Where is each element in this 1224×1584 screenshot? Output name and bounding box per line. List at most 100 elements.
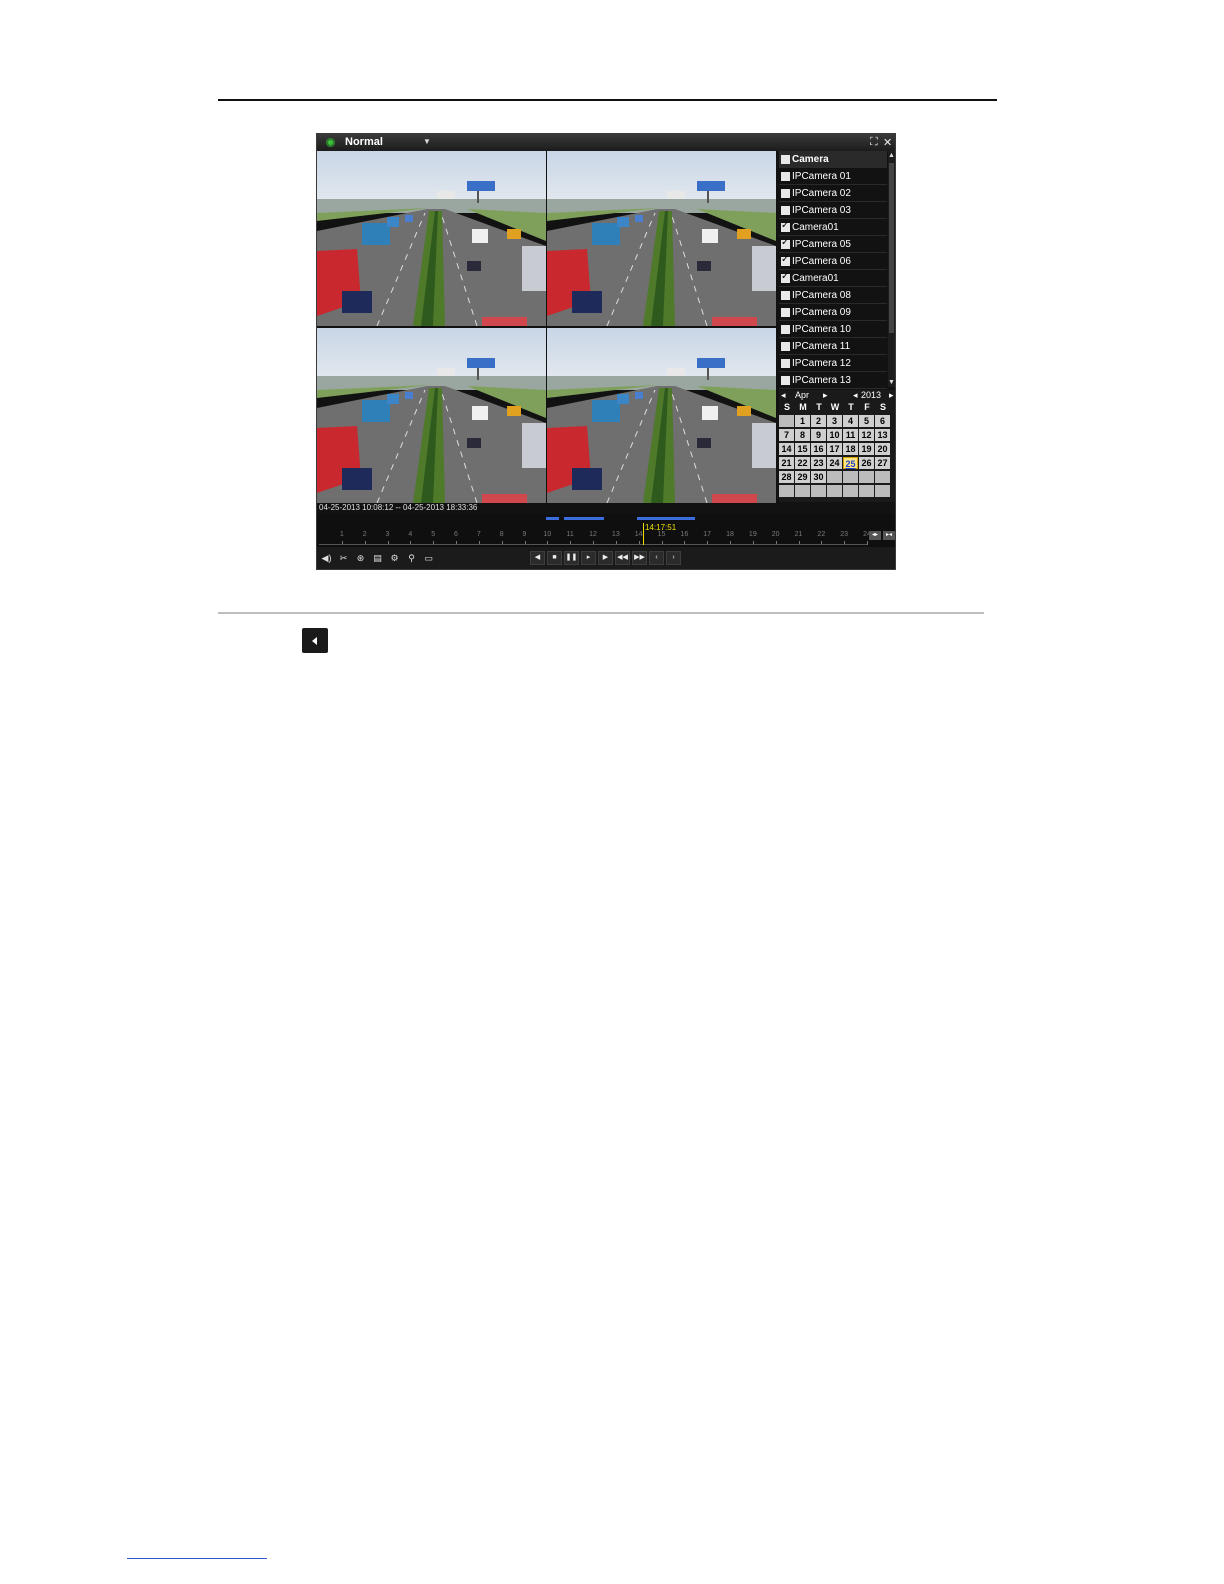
camera-checkbox[interactable]: [781, 271, 790, 283]
calendar-day[interactable]: 26: [859, 457, 874, 469]
calendar-day[interactable]: 9: [811, 429, 826, 441]
video-tile[interactable]: [547, 328, 776, 503]
camera-checkbox[interactable]: [781, 341, 790, 351]
calendar-empty-cell: [859, 471, 874, 483]
prev-month-icon[interactable]: ◂: [781, 390, 786, 401]
calendar-day[interactable]: 3: [827, 415, 842, 427]
calendar-day[interactable]: 28: [779, 471, 794, 483]
rewind-30s-icon[interactable]: ◀◀: [615, 551, 630, 565]
camera-list-item[interactable]: IPCamera 08: [779, 287, 887, 304]
camera-checkbox[interactable]: [781, 290, 790, 300]
tag-manage-icon[interactable]: ⚙: [388, 552, 401, 564]
camera-list-item[interactable]: IPCamera 12: [779, 355, 887, 372]
calendar-day[interactable]: 18: [843, 443, 858, 455]
calendar-day[interactable]: 27: [875, 457, 890, 469]
video-tile[interactable]: [317, 328, 546, 503]
scroll-thumb[interactable]: [889, 163, 894, 333]
calendar-day[interactable]: 2: [811, 415, 826, 427]
zoom-in-icon[interactable]: ▸◂: [883, 531, 895, 540]
calendar-day[interactable]: 6: [875, 415, 890, 427]
camera-list-scrollbar[interactable]: ▲ ▼: [888, 151, 895, 387]
calendar-day[interactable]: 19: [859, 443, 874, 455]
calendar-day[interactable]: 30: [811, 471, 826, 483]
camera-list-item[interactable]: Camera01: [779, 270, 887, 287]
camera-list-item[interactable]: Camera01: [779, 219, 887, 236]
next-year-icon[interactable]: ▸: [889, 390, 894, 401]
calendar-day[interactable]: 24: [827, 457, 842, 469]
next-month-icon[interactable]: ▸: [823, 390, 828, 401]
calendar-day[interactable]: 16: [811, 443, 826, 455]
record-segment[interactable]: [637, 517, 695, 520]
camera-checkbox[interactable]: [781, 188, 790, 198]
camera-list-item[interactable]: IPCamera 01: [779, 168, 887, 185]
calendar-day[interactable]: 23: [811, 457, 826, 469]
camera-checkbox[interactable]: [781, 307, 790, 317]
calendar-day[interactable]: 21: [779, 457, 794, 469]
calendar-day[interactable]: 29: [795, 471, 810, 483]
camera-list-item[interactable]: IPCamera 05: [779, 236, 887, 253]
chevron-down-icon[interactable]: ▼: [423, 137, 431, 146]
slow-forward-icon[interactable]: ▸: [581, 551, 596, 565]
calendar-day[interactable]: 4: [843, 415, 858, 427]
forward-30s-icon[interactable]: ▶▶: [632, 551, 647, 565]
scroll-up-icon[interactable]: ▲: [888, 151, 895, 160]
fast-forward-icon[interactable]: ▶: [598, 551, 613, 565]
camera-checkbox[interactable]: [781, 220, 790, 232]
fullscreen-icon[interactable]: ⛶: [870, 136, 878, 149]
calendar-day[interactable]: 13: [875, 429, 890, 441]
playback-mode-select[interactable]: Normal: [345, 136, 383, 148]
record-segment[interactable]: [546, 517, 559, 520]
camera-label: IPCamera 06: [792, 255, 851, 267]
calendar-day[interactable]: 5: [859, 415, 874, 427]
calendar-day[interactable]: 25: [843, 457, 858, 469]
camera-list-item[interactable]: IPCamera 13: [779, 372, 887, 389]
camera-checkbox[interactable]: [781, 358, 790, 368]
calendar-day[interactable]: 10: [827, 429, 842, 441]
timeline[interactable]: 1 2 3 4 5 6 7 8 9 10 11 12 13 14 15 16 17 18 19 20 21 22 23 24 …: [317, 514, 895, 547]
calendar-day[interactable]: 8: [795, 429, 810, 441]
next-day-icon[interactable]: ›: [666, 551, 681, 565]
camera-checkbox[interactable]: [781, 324, 790, 334]
camera-list-item[interactable]: IPCamera 03: [779, 202, 887, 219]
scroll-down-icon[interactable]: ▼: [888, 378, 895, 387]
calendar-day[interactable]: 17: [827, 443, 842, 455]
camera-checkbox[interactable]: [781, 171, 790, 181]
camera-checkbox[interactable]: [781, 375, 790, 385]
prev-year-icon[interactable]: ◂: [853, 390, 858, 401]
camera-list-item[interactable]: IPCamera 10: [779, 321, 887, 338]
stop-icon[interactable]: ■: [547, 551, 562, 565]
video-tile[interactable]: [317, 151, 546, 326]
calendar-day[interactable]: 22: [795, 457, 810, 469]
previous-day-icon[interactable]: ‹: [649, 551, 664, 565]
camera-checkbox[interactable]: [781, 237, 790, 249]
calendar-day[interactable]: 20: [875, 443, 890, 455]
calendar-day[interactable]: 15: [795, 443, 810, 455]
smart-search-icon[interactable]: ▭: [422, 552, 435, 564]
camera-list-item[interactable]: IPCamera 02: [779, 185, 887, 202]
record-segment[interactable]: [564, 517, 604, 520]
audio-icon[interactable]: ◀): [320, 552, 333, 564]
close-icon[interactable]: ✕: [883, 136, 892, 149]
calendar-day[interactable]: 7: [779, 429, 794, 441]
camera-checkbox[interactable]: [781, 205, 790, 215]
camera-list-header[interactable]: Camera: [779, 151, 887, 168]
digital-zoom-icon[interactable]: ⚲: [405, 552, 418, 564]
hour-tick-label: 5: [431, 531, 436, 538]
timeline-cursor[interactable]: [643, 523, 644, 545]
camera-list-item[interactable]: IPCamera 06: [779, 253, 887, 270]
select-all-checkbox[interactable]: [781, 154, 790, 164]
custom-tag-icon[interactable]: ▤: [371, 552, 384, 564]
calendar-day[interactable]: 12: [859, 429, 874, 441]
calendar-day[interactable]: 1: [795, 415, 810, 427]
clip-icon[interactable]: ✂: [337, 552, 350, 564]
camera-list-item[interactable]: IPCamera 09: [779, 304, 887, 321]
tag-icon[interactable]: ⊛: [354, 552, 367, 564]
camera-checkbox[interactable]: [781, 254, 790, 266]
pause-icon[interactable]: ❚❚: [564, 551, 579, 565]
zoom-out-icon[interactable]: ◂▸: [869, 531, 881, 540]
calendar-day[interactable]: 14: [779, 443, 794, 455]
video-tile[interactable]: [547, 151, 776, 326]
calendar-day[interactable]: 11: [843, 429, 858, 441]
camera-list-item[interactable]: IPCamera 11: [779, 338, 887, 355]
reverse-play-icon[interactable]: ◀: [530, 551, 545, 565]
